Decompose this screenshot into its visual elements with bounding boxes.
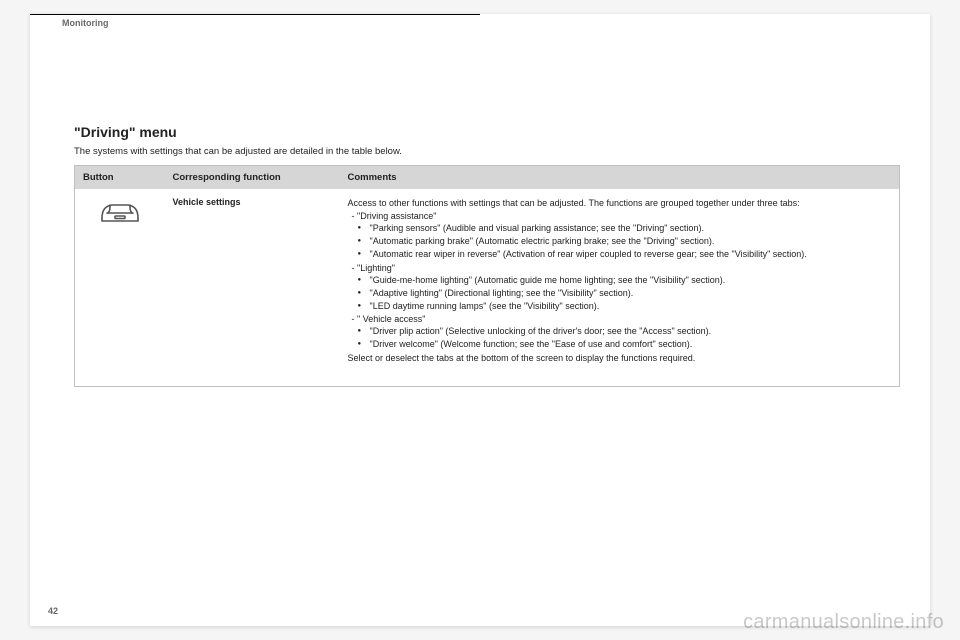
- button-icon-cell: [75, 189, 165, 387]
- tab-group: "Driving assistance" "Parking sensors" (…: [352, 211, 892, 260]
- functions-table: Button Corresponding function Comments: [74, 165, 900, 387]
- page-header: Monitoring: [30, 14, 930, 34]
- tabs-list: "Driving assistance" "Parking sensors" (…: [348, 211, 892, 350]
- tab-label: "Lighting": [357, 263, 395, 273]
- section-label: Monitoring: [62, 18, 109, 28]
- list-item: "Adaptive lighting" (Directional lightin…: [370, 287, 892, 299]
- comments-intro: Access to other functions with settings …: [348, 197, 892, 209]
- list-item: "Driver welcome" (Welcome function; see …: [370, 338, 892, 350]
- comments-outro: Select or deselect the tabs at the botto…: [348, 352, 892, 364]
- list-item: "Driver plip action" (Selective unlockin…: [370, 325, 892, 337]
- list-item: "LED daytime running lamps" (see the "Vi…: [370, 300, 892, 312]
- list-item: "Automatic rear wiper in reverse" (Activ…: [370, 248, 892, 260]
- col-header-button: Button: [75, 166, 165, 190]
- col-header-comments: Comments: [340, 166, 900, 190]
- comments-cell: Access to other functions with settings …: [340, 189, 900, 387]
- tab-items: "Driver plip action" (Selective unlockin…: [352, 325, 892, 350]
- tab-items: "Parking sensors" (Audible and visual pa…: [352, 222, 892, 260]
- watermark: carmanualsonline.info: [743, 611, 944, 634]
- list-item: "Parking sensors" (Audible and visual pa…: [370, 222, 892, 234]
- page-number: 42: [48, 606, 58, 616]
- col-header-function: Corresponding function: [165, 166, 340, 190]
- page-content: "Driving" menu The systems with settings…: [74, 124, 900, 387]
- vehicle-settings-car-icon: [97, 197, 143, 229]
- menu-title: "Driving" menu: [74, 124, 900, 140]
- menu-subtitle: The systems with settings that can be ad…: [74, 146, 900, 157]
- table-row: Vehicle settings Access to other functio…: [75, 189, 900, 387]
- table-header-row: Button Corresponding function Comments: [75, 166, 900, 190]
- tab-group: "Lighting" "Guide-me-home lighting" (Aut…: [352, 263, 892, 312]
- tab-label: "Driving assistance": [357, 211, 436, 221]
- function-name: Vehicle settings: [173, 197, 241, 207]
- tab-items: "Guide-me-home lighting" (Automatic guid…: [352, 274, 892, 312]
- header-rule: [30, 14, 480, 15]
- list-item: "Guide-me-home lighting" (Automatic guid…: [370, 274, 892, 286]
- tab-group: " Vehicle access" "Driver plip action" (…: [352, 314, 892, 350]
- function-name-cell: Vehicle settings: [165, 189, 340, 387]
- manual-page: Monitoring "Driving" menu The systems wi…: [30, 14, 930, 626]
- tab-label: " Vehicle access": [357, 314, 425, 324]
- list-item: "Automatic parking brake" (Automatic ele…: [370, 235, 892, 247]
